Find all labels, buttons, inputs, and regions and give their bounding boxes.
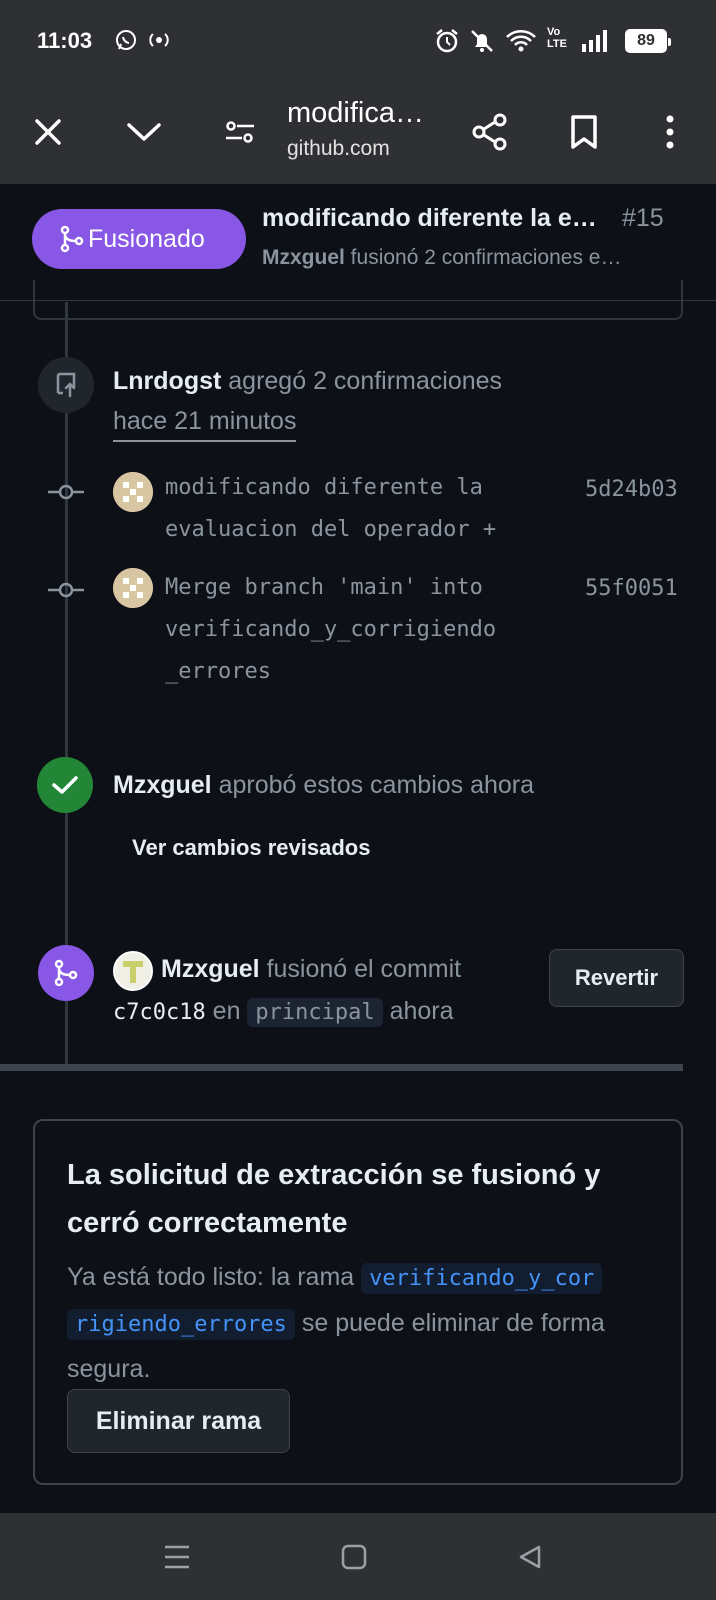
status-bar: 11:03 Vo LTE 89 <box>0 0 716 80</box>
head-branch-label-part1[interactable]: verificando_y_cor <box>361 1263 603 1294</box>
pr-author[interactable]: Mzxguel <box>262 246 345 269</box>
commits-event-user[interactable]: Lnrdogst <box>113 367 221 395</box>
pr-number: #15 <box>622 204 664 232</box>
delete-branch-button[interactable]: Eliminar rama <box>67 1389 290 1453</box>
notifications-off-icon <box>469 28 495 59</box>
commit-sha-link[interactable]: 55f0051 <box>585 576 678 601</box>
page-domain[interactable]: github.com <box>287 137 390 161</box>
pr-title[interactable]: modificando diferente la e… <box>262 204 597 233</box>
merge-time: ahora <box>382 997 454 1025</box>
page-title[interactable]: modifica… <box>287 97 424 130</box>
previous-comment-card <box>33 280 683 320</box>
merged-card-text-before: Ya está todo listo: la rama <box>67 1263 362 1291</box>
commits-event-time[interactable]: hace 21 minutos <box>113 407 297 442</box>
merge-en-text: en <box>205 997 248 1025</box>
whatsapp-icon <box>114 28 138 57</box>
timeline-end-divider <box>0 1064 683 1071</box>
avatar[interactable] <box>113 568 153 608</box>
merge-icon <box>54 959 78 987</box>
wifi-icon <box>505 28 537 59</box>
menu-icon <box>165 1545 189 1569</box>
merged-status-card: La solicitud de extracción se fusionó y … <box>33 1119 683 1485</box>
avatar[interactable] <box>113 951 153 991</box>
merge-event-detail: c7c0c18 en principal ahora <box>113 997 454 1027</box>
commit-message-link[interactable]: Merge branch 'main' into verificando_y_c… <box>165 567 496 693</box>
signal-icon <box>580 28 612 59</box>
commits-event-text: Lnrdogst agregó 2 confirmaciones <box>113 367 502 396</box>
merged-card-title: La solicitud de extracción se fusionó y … <box>67 1159 601 1239</box>
close-tab-button[interactable] <box>22 106 74 158</box>
repo-push-icon <box>56 372 76 398</box>
approval-action: aprobó estos cambios ahora <box>211 771 535 799</box>
merge-commit-link[interactable]: c7c0c18 <box>113 1000 206 1025</box>
commit-dot-icon <box>48 582 84 598</box>
recent-apps-button[interactable] <box>155 1535 199 1579</box>
status-time: 11:03 <box>37 28 93 53</box>
approval-event-text: Mzxguel aprobó estos cambios ahora <box>113 771 534 800</box>
share-button[interactable] <box>464 106 516 158</box>
pr-subtitle-text: fusionó 2 confirmaciones e… <box>344 246 622 269</box>
view-reviewed-changes-link[interactable]: Ver cambios revisados <box>132 835 370 861</box>
revert-button[interactable]: Revertir <box>549 949 684 1007</box>
commits-event-action: agregó 2 confirmaciones <box>221 367 503 395</box>
merge-event-text: Mzxguel fusionó el commit <box>161 955 461 984</box>
close-icon <box>35 119 61 145</box>
pr-subtitle: Mzxguel fusionó 2 confirmaciones e… <box>262 246 621 270</box>
commit-message-link[interactable]: modificando diferente la evaluacion del … <box>165 467 496 551</box>
approved-event-icon <box>37 757 93 813</box>
check-icon <box>52 776 78 794</box>
merged-status-label: Fusionado <box>88 224 205 253</box>
system-nav-bar <box>0 1513 716 1600</box>
bookmark-button[interactable] <box>558 106 610 158</box>
more-vertical-icon <box>666 115 674 149</box>
home-square-icon <box>341 1544 367 1570</box>
avatar[interactable] <box>113 472 153 512</box>
commit-sha-link[interactable]: 5d24b03 <box>585 477 678 502</box>
share-icon <box>472 113 507 151</box>
base-branch-label[interactable]: principal <box>247 998 383 1027</box>
merge-icon <box>60 225 84 253</box>
page-info-button[interactable] <box>214 106 266 158</box>
merge-action: fusionó el commit <box>259 955 462 983</box>
alarm-icon <box>434 28 460 59</box>
browser-toolbar: modifica… github.com <box>0 80 716 184</box>
home-button[interactable] <box>332 1535 376 1579</box>
merged-status-badge: Fusionado <box>32 209 246 269</box>
bookmark-icon <box>571 115 597 149</box>
merged-card-body: Ya está todo listo: la rama verificando_… <box>67 1255 667 1391</box>
battery-icon: 89 <box>625 29 671 53</box>
head-branch-label-part2[interactable]: rigiendo_errores <box>67 1309 295 1340</box>
more-options-button[interactable] <box>644 106 696 158</box>
commit-dot-icon <box>48 484 84 500</box>
volte-icon: Vo LTE <box>547 26 567 50</box>
tune-icon <box>226 121 254 143</box>
push-event-icon <box>38 357 94 413</box>
back-button[interactable] <box>508 1535 552 1579</box>
hotspot-icon <box>146 28 172 57</box>
approval-user[interactable]: Mzxguel <box>113 771 212 799</box>
chevron-down-icon <box>127 123 161 141</box>
minimize-button[interactable] <box>118 106 170 158</box>
back-triangle-icon <box>519 1545 541 1569</box>
merged-event-icon <box>38 945 94 1001</box>
merge-user[interactable]: Mzxguel <box>161 955 260 983</box>
